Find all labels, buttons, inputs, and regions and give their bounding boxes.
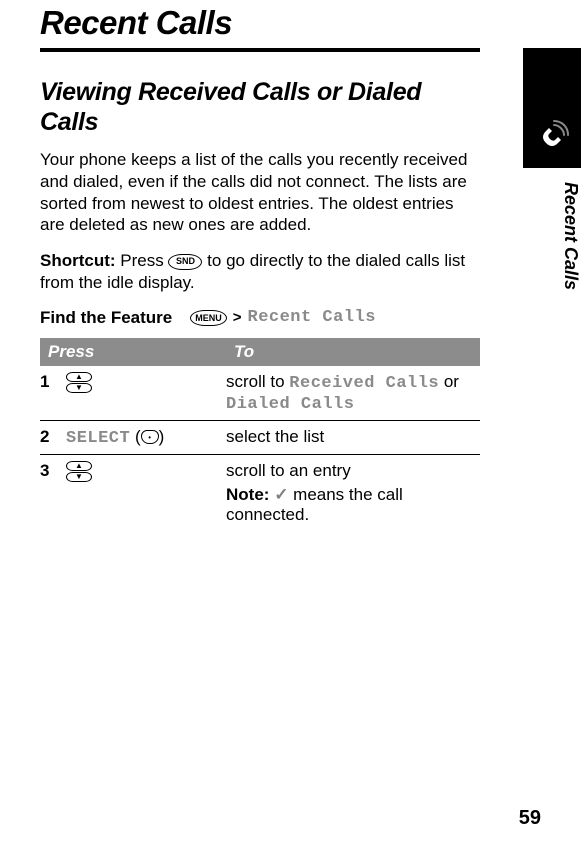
softkey-label: SELECT bbox=[66, 429, 130, 448]
thumb-tab bbox=[523, 48, 581, 168]
table-header-row: Press To bbox=[40, 338, 480, 366]
to-text-mid: or bbox=[439, 372, 459, 391]
table-row: 3 ▲▼ scroll to an entry Note: ✓ means th… bbox=[40, 454, 480, 531]
paren-open: ( bbox=[135, 427, 141, 446]
intro-paragraph: Your phone keeps a list of the calls you… bbox=[40, 149, 480, 236]
step-number: 1 bbox=[40, 366, 66, 421]
menu-option: Dialed Calls bbox=[226, 395, 354, 414]
side-section-label: Recent Calls bbox=[523, 182, 581, 290]
to-text: scroll to an entry bbox=[226, 461, 472, 481]
page-title: Recent Calls bbox=[40, 4, 480, 42]
press-cell: ▲▼ bbox=[66, 366, 226, 421]
title-rule bbox=[40, 48, 480, 52]
section-heading: Viewing Received Calls or Dialed Calls bbox=[40, 78, 480, 137]
scroll-key-icon: ▲▼ bbox=[66, 372, 92, 393]
table-row: 2 SELECT (•) select the list bbox=[40, 420, 480, 454]
find-the-feature-row: Find the Feature MENU > Recent Calls bbox=[40, 308, 480, 328]
side-tab: Recent Calls bbox=[523, 48, 581, 338]
header-to: To bbox=[226, 338, 480, 366]
table-row: 1 ▲▼ scroll to Received Calls or Dialed … bbox=[40, 366, 480, 421]
instructions-table: Press To 1 ▲▼ scroll to Received Calls o… bbox=[40, 338, 480, 531]
paren-close: ) bbox=[159, 427, 165, 446]
press-cell: SELECT (•) bbox=[66, 420, 226, 454]
chevron-right-icon: > bbox=[231, 309, 244, 326]
press-cell: ▲▼ bbox=[66, 454, 226, 531]
header-press: Press bbox=[40, 338, 226, 366]
find-feature-path: MENU > Recent Calls bbox=[190, 308, 376, 327]
shortcut-paragraph: Shortcut: Press SND to go directly to th… bbox=[40, 250, 480, 294]
checkmark-icon: ✓ bbox=[274, 485, 288, 504]
snd-key-icon: SND bbox=[168, 254, 202, 270]
to-text-pre: scroll to bbox=[226, 372, 289, 391]
menu-path-text: Recent Calls bbox=[248, 308, 376, 327]
softkey-icon: • bbox=[141, 430, 159, 444]
shortcut-text-before: Press bbox=[116, 251, 169, 270]
scroll-key-icon: ▲▼ bbox=[66, 461, 92, 482]
note-line: Note: ✓ means the call connected. bbox=[226, 481, 472, 525]
to-cell: scroll to Received Calls or Dialed Calls bbox=[226, 366, 480, 421]
to-cell: scroll to an entry Note: ✓ means the cal… bbox=[226, 454, 480, 531]
step-number: 3 bbox=[40, 454, 66, 531]
menu-key-icon: MENU bbox=[190, 310, 227, 326]
note-label: Note: bbox=[226, 485, 269, 504]
phone-icon bbox=[532, 117, 572, 162]
shortcut-label: Shortcut: bbox=[40, 251, 116, 270]
to-cell: select the list bbox=[226, 420, 480, 454]
find-feature-label: Find the Feature bbox=[40, 308, 172, 328]
page-number: 59 bbox=[519, 807, 541, 830]
step-number: 2 bbox=[40, 420, 66, 454]
menu-option: Received Calls bbox=[289, 374, 439, 393]
